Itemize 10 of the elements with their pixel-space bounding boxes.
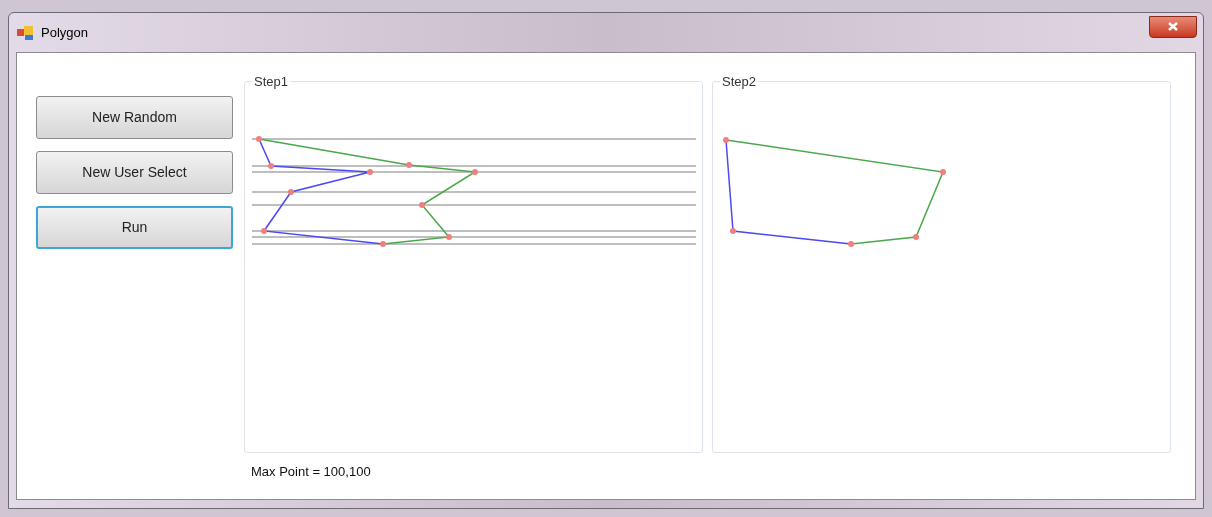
app-icon [17, 24, 35, 41]
action-button[interactable]: New Random [36, 96, 233, 139]
group-title: Step2 [721, 73, 757, 91]
window-title: Polygon [41, 23, 88, 42]
action-button[interactable]: Run [36, 206, 233, 249]
close-icon [1167, 21, 1179, 32]
action-button[interactable]: New User Select [36, 151, 233, 194]
group-title: Step1 [253, 73, 289, 91]
status-label: Max Point = 100,100 [251, 463, 372, 481]
close-button[interactable] [1149, 15, 1197, 38]
